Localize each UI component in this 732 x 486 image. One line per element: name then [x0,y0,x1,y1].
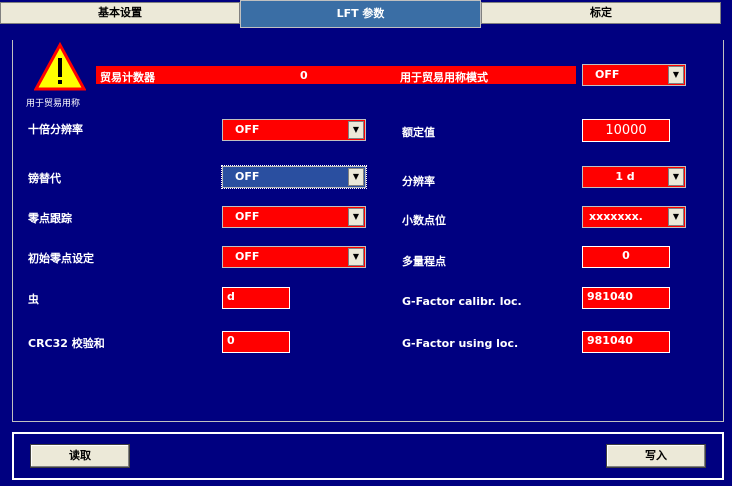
tab-basic-settings[interactable]: 基本设置 [0,2,240,24]
rated-value-field[interactable]: 10000 [582,119,670,142]
pound-replace-label: 镑替代 [28,172,61,185]
bug-label: 虫 [28,293,39,306]
decimal-point-select[interactable]: xxxxxxx. ▼ [582,206,686,228]
pound-replace-select[interactable]: OFF ▼ [221,165,367,189]
chevron-down-icon[interactable]: ▼ [668,66,684,84]
warning-icon [34,42,86,91]
read-button[interactable]: 读取 [30,444,130,468]
rated-value-label: 额定值 [402,126,435,139]
trade-mode-select[interactable]: OFF ▼ [582,64,686,86]
trade-counter-bar [96,66,576,84]
crc32-label: CRC32 校验和 [28,337,105,350]
resolution-label: 分辨率 [402,175,435,188]
bug-field[interactable]: d [222,287,290,309]
gfactor-using-field[interactable]: 981040 [582,331,670,353]
decimal-point-label: 小数点位 [402,214,446,227]
multi-range-label: 多量程点 [402,255,446,268]
initial-zero-select[interactable]: OFF ▼ [222,246,366,268]
decimal-point-value: xxxxxxx. [589,210,643,223]
decade-resolution-label: 十倍分辨率 [28,123,83,136]
initial-zero-label: 初始零点设定 [28,252,94,265]
gfactor-using-label: G-Factor using loc. [402,337,519,350]
lft-panel [12,40,724,422]
chevron-down-icon[interactable]: ▼ [348,168,364,186]
gfactor-calibr-label: G-Factor calibr. loc. [402,295,522,308]
write-button[interactable]: 写入 [606,444,706,468]
decade-resolution-value: OFF [235,123,260,136]
warning-caption: 用于贸易用称 [26,99,81,109]
trade-counter-label: 贸易计数器 [100,71,155,84]
tab-calibration[interactable]: 标定 [481,2,721,24]
multi-range-field[interactable]: 0 [582,246,670,268]
initial-zero-value: OFF [235,250,260,263]
trade-mode-label: 用于贸易用称模式 [400,71,488,84]
tab-bar: 基本设置 LFT 参数 标定 [0,0,732,32]
chevron-down-icon[interactable]: ▼ [348,248,364,266]
resolution-select[interactable]: 1 d ▼ [582,166,686,188]
chevron-down-icon[interactable]: ▼ [348,121,364,139]
chevron-down-icon[interactable]: ▼ [348,208,364,226]
gfactor-calibr-field[interactable]: 981040 [582,287,670,309]
zero-tracking-value: OFF [235,210,260,223]
crc32-field[interactable]: 0 [222,331,290,353]
zero-tracking-select[interactable]: OFF ▼ [222,206,366,228]
decade-resolution-select[interactable]: OFF ▼ [222,119,366,141]
pound-replace-value: OFF [235,170,260,183]
chevron-down-icon[interactable]: ▼ [668,168,684,186]
tab-lft-params[interactable]: LFT 参数 [240,0,481,28]
chevron-down-icon[interactable]: ▼ [668,208,684,226]
trade-counter-value: 0 [300,69,308,82]
zero-tracking-label: 零点跟踪 [28,212,72,225]
trade-mode-value: OFF [595,68,620,81]
resolution-value: 1 d [615,170,635,183]
